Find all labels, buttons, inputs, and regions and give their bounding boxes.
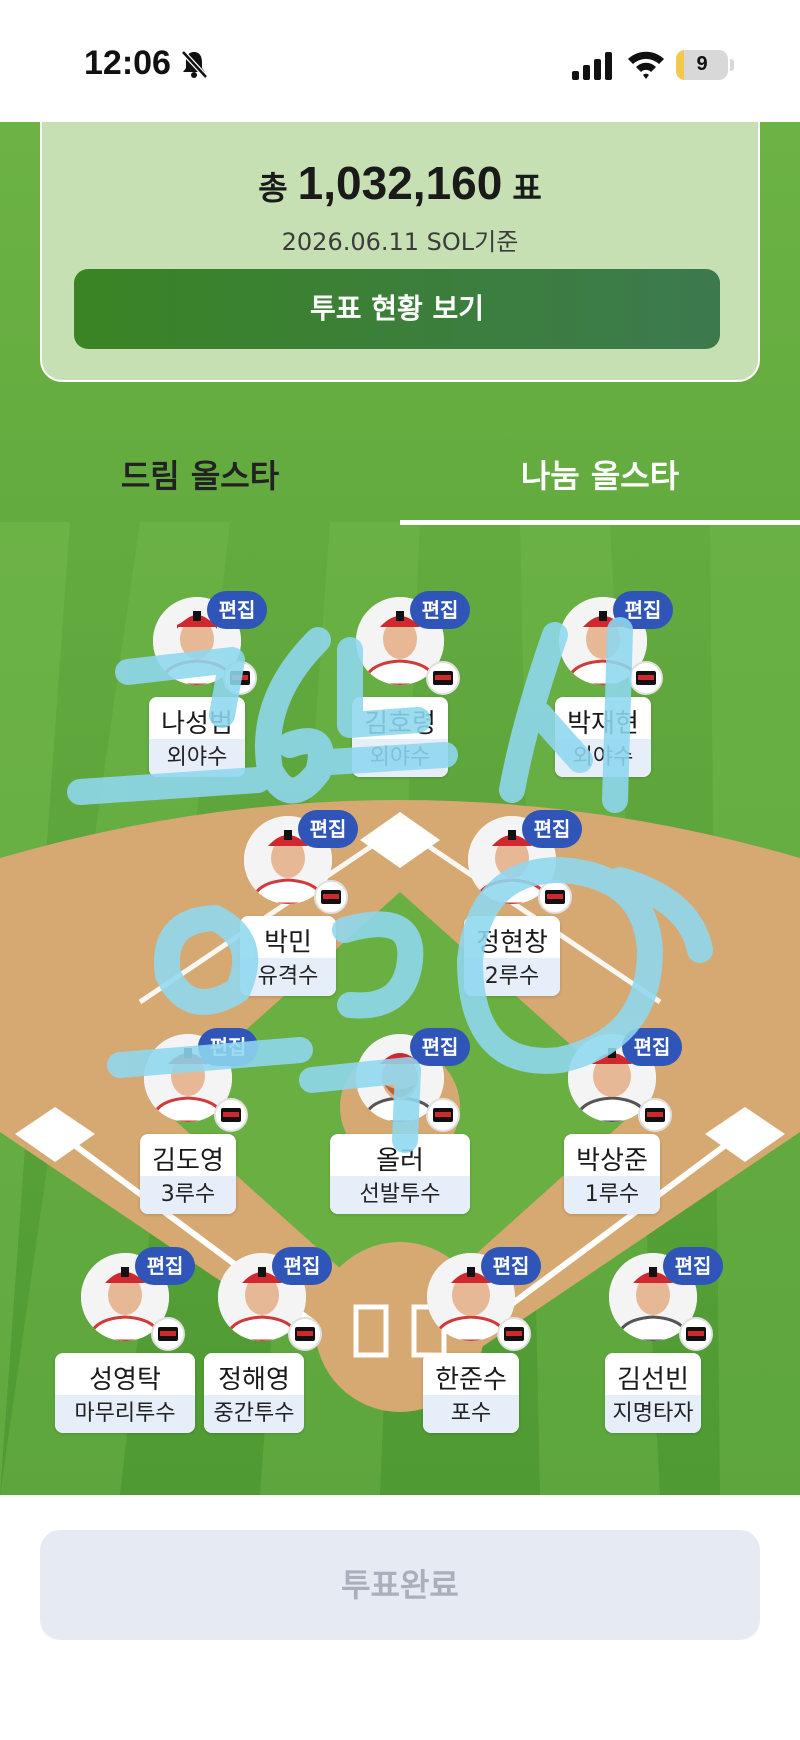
player-slot[interactable]: 편집 성영탁 마무리투수: [50, 1247, 200, 1433]
edit-button[interactable]: 편집: [481, 1247, 541, 1285]
player-slot[interactable]: 편집 김선빈 지명타자: [578, 1247, 728, 1433]
player-position: 1루수: [564, 1176, 660, 1214]
edit-button[interactable]: 편집: [298, 810, 358, 848]
team-logo-icon: [638, 1098, 672, 1132]
vote-complete-button[interactable]: 투표완료: [40, 1530, 760, 1640]
player-name: 성영탁: [89, 1365, 161, 1395]
player-card: 김도영 3루수: [140, 1134, 236, 1214]
player-slot[interactable]: 편집 한준수 포수: [396, 1247, 546, 1433]
player-card: 정현창 2루수: [464, 916, 560, 996]
signal-icon: [572, 52, 612, 80]
tab-dream-allstar[interactable]: 드림 올스타: [0, 440, 400, 526]
basis-date: 2026.06.11 SOL기준: [281, 228, 519, 256]
team-logo-icon: [314, 880, 348, 914]
team-logo-icon: [629, 661, 663, 695]
player-position: 유격수: [240, 958, 336, 996]
player-name: 박재현: [567, 709, 639, 739]
edit-button[interactable]: 편집: [410, 1028, 470, 1066]
player-slot[interactable]: 편집 박민 유격수: [213, 810, 363, 996]
player-position: 외야수: [149, 739, 245, 777]
edit-button[interactable]: 편집: [613, 591, 673, 629]
player-card: 김호령 외야수: [352, 697, 448, 777]
team-logo-icon: [426, 661, 460, 695]
player-name: 김도영: [152, 1146, 224, 1176]
player-position: 중간투수: [204, 1395, 304, 1433]
player-slot[interactable]: 편집 올러 선발투수: [325, 1028, 475, 1214]
player-name: 올러: [376, 1146, 424, 1176]
player-slot[interactable]: 편집 김도영 3루수: [113, 1028, 263, 1214]
player-name: 김호령: [364, 709, 436, 739]
player-position: 2루수: [464, 958, 560, 996]
player-position: 지명타자: [605, 1395, 701, 1433]
player-card: 박상준 1루수: [564, 1134, 660, 1214]
player-card: 박민 유격수: [240, 916, 336, 996]
status-bar: 12:06 9: [0, 0, 800, 122]
total-suffix: 표: [512, 169, 542, 207]
battery-icon: 9: [676, 50, 728, 80]
team-logo-icon: [288, 1317, 322, 1351]
player-slot[interactable]: 편집 김호령 외야수: [325, 591, 475, 777]
edit-button[interactable]: 편집: [207, 591, 267, 629]
edit-button[interactable]: 편집: [410, 591, 470, 629]
vote-status-button[interactable]: 투표 현황 보기: [74, 269, 720, 349]
edit-button[interactable]: 편집: [663, 1247, 723, 1285]
edit-button[interactable]: 편집: [522, 810, 582, 848]
player-name: 정현창: [476, 928, 548, 958]
team-logo-icon: [679, 1317, 713, 1351]
player-slot[interactable]: 편집 박상준 1루수: [537, 1028, 687, 1214]
battery-level: 9: [696, 53, 708, 75]
bell-slash-icon: [181, 50, 208, 79]
player-name: 정해영: [218, 1365, 290, 1395]
player-name: 김선빈: [617, 1365, 689, 1395]
player-name: 박민: [264, 928, 312, 958]
team-logo-icon: [538, 880, 572, 914]
tab-nanum-allstar[interactable]: 나눔 올스타: [400, 440, 800, 526]
bottom-action-area: 투표완료: [0, 1495, 800, 1740]
wifi-icon: [628, 51, 664, 79]
player-slot[interactable]: 편집 정현창 2루수: [437, 810, 587, 996]
player-position: 마무리투수: [55, 1395, 195, 1433]
team-tabs: 드림 올스타 나눔 올스타: [0, 440, 800, 526]
player-card: 박재현 외야수: [555, 697, 651, 777]
player-position: 외야수: [352, 739, 448, 777]
total-votes-number: 1,032,160: [297, 157, 503, 209]
player-card: 김선빈 지명타자: [605, 1353, 701, 1433]
edit-button[interactable]: 편집: [135, 1247, 195, 1285]
player-name: 박상준: [576, 1146, 648, 1176]
player-card: 성영탁 마무리투수: [55, 1353, 195, 1433]
edit-button[interactable]: 편집: [622, 1028, 682, 1066]
player-card: 올러 선발투수: [330, 1134, 470, 1214]
player-name: 나성범: [161, 709, 233, 739]
team-logo-icon: [214, 1098, 248, 1132]
status-time: 12:06: [84, 44, 171, 82]
player-card: 나성범 외야수: [149, 697, 245, 777]
player-position: 외야수: [555, 739, 651, 777]
player-position: 선발투수: [330, 1176, 470, 1214]
team-logo-icon: [497, 1317, 531, 1351]
team-logo-icon: [151, 1317, 185, 1351]
edit-button[interactable]: 편집: [272, 1247, 332, 1285]
tab-selected-indicator: [400, 520, 800, 525]
player-name: 한준수: [435, 1365, 507, 1395]
team-logo-icon: [223, 661, 257, 695]
player-slot[interactable]: 편집 박재현 외야수: [528, 591, 678, 777]
player-slot[interactable]: 편집 정해영 중간투수: [187, 1247, 337, 1433]
player-slot[interactable]: 편집 나성범 외야수: [122, 591, 272, 777]
player-position: 포수: [423, 1395, 519, 1433]
edit-button[interactable]: 편집: [198, 1028, 258, 1066]
player-card: 정해영 중간투수: [204, 1353, 304, 1433]
player-card: 한준수 포수: [423, 1353, 519, 1433]
total-votes: 총 1,032,160 표: [42, 156, 758, 210]
team-logo-icon: [426, 1098, 460, 1132]
vote-summary-card: 총 1,032,160 표 2026.06.11 SOL기준 투표 현황 보기: [40, 122, 760, 382]
player-position: 3루수: [140, 1176, 236, 1214]
total-prefix: 총: [258, 169, 288, 207]
